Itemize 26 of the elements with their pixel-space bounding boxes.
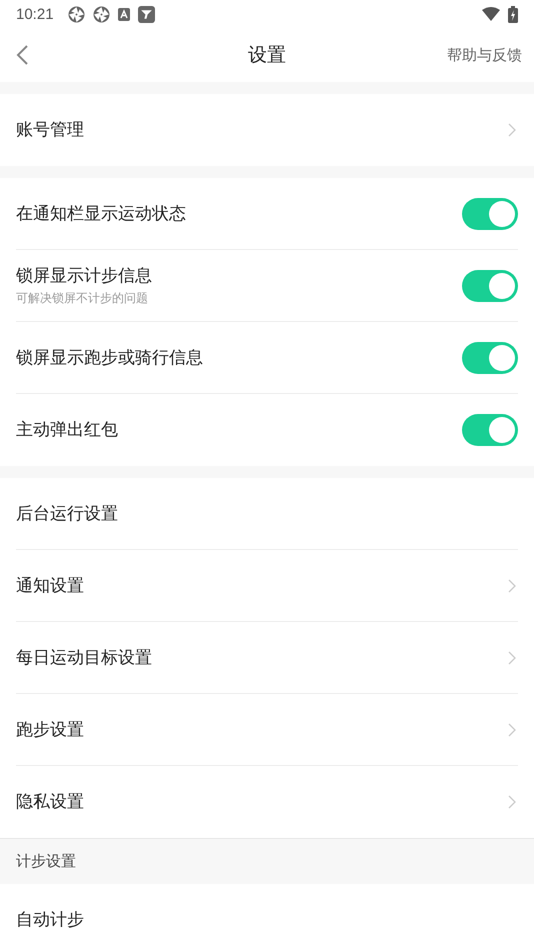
setting-label: 后台运行设置 [16, 503, 118, 525]
back-button[interactable] [14, 43, 30, 67]
wifi-icon [482, 7, 500, 21]
app-icon [138, 6, 155, 22]
setting-label: 自动计步 [16, 909, 84, 931]
toggle-switch[interactable] [462, 270, 518, 302]
app-icon [118, 8, 130, 20]
help-feedback-link[interactable]: 帮助与反馈 [447, 46, 522, 64]
status-time: 10:21 [16, 6, 54, 22]
toggle-switch[interactable] [462, 342, 518, 374]
page-title: 设置 [248, 44, 286, 66]
setting-label: 在通知栏显示运动状态 [16, 203, 186, 225]
setting-hint: 可解决锁屏不计步的问题 [16, 290, 149, 307]
setting-label: 锁屏显示计步信息 [16, 265, 152, 287]
setting-label: 通知设置 [16, 575, 84, 597]
setting-label: 账号管理 [16, 119, 84, 141]
aperture-icon [68, 6, 85, 22]
setting-label: 每日运动目标设置 [16, 647, 152, 669]
setting-label: 锁屏显示跑步或骑行信息 [16, 347, 203, 369]
setting-label: 主动弹出红包 [16, 419, 118, 441]
battery-icon [508, 6, 518, 22]
aperture-icon [92, 6, 110, 22]
toggle-switch[interactable] [462, 414, 518, 446]
setting-label: 隐私设置 [16, 791, 84, 813]
setting-label: 跑步设置 [16, 719, 84, 741]
toggle-switch[interactable] [462, 198, 518, 230]
